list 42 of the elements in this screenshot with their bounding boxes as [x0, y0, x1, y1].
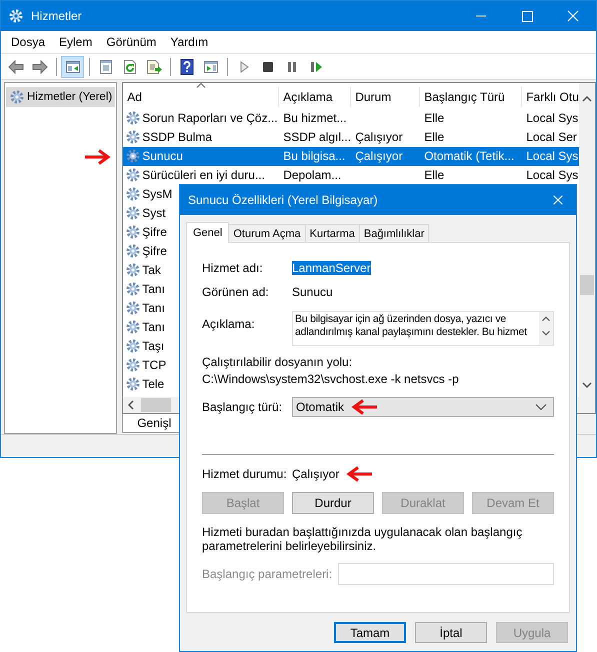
table-cell-text: Local Sys — [525, 111, 579, 126]
service-name: Tanı — [142, 301, 165, 316]
display-name-value: Sunucu — [292, 285, 333, 299]
service-name: TCP — [142, 358, 166, 372]
service-name: Syst — [142, 206, 166, 220]
table-cell-text: Otomatik (Tetik... — [423, 149, 516, 164]
field-label: Hizmet durumu: — [202, 467, 288, 481]
note-text: Hizmeti buradan başlattığınızda uygulanacak olan başlangıç parametrelerini belirleyebilirsiniz. — [202, 525, 524, 553]
service-name: Sorun Raporları ve Çöz... — [142, 111, 278, 126]
field-label: Çalıştırılabilir dosyanın yolu: — [202, 355, 354, 370]
service-name: Sunucu — [142, 149, 183, 164]
service-name: SysM — [142, 187, 172, 202]
table-cell-text: Bu hizmet... — [282, 111, 348, 126]
table-cell-text: Local Ser — [525, 130, 578, 144]
table-cell-text: Elle — [423, 111, 446, 126]
table-cell-text: SSDP algıl... — [282, 130, 352, 144]
table-cell-text: Elle — [423, 168, 446, 182]
field-label: Hizmet adı: — [202, 261, 264, 275]
service-name: Tak — [142, 263, 161, 278]
service-name: Tele — [142, 377, 164, 392]
service-status-value: Çalışıyor — [292, 467, 340, 481]
table-cell-text: Elle — [423, 130, 446, 144]
field-label: Başlangıç türü: — [202, 400, 284, 414]
service-name: Şifre — [142, 225, 167, 240]
dialog-title: Sunucu Özellikleri (Yerel Bilgisayar) — [188, 193, 379, 207]
service-name: Tanı — [142, 282, 165, 296]
table-cell-text: Local Sys — [525, 149, 579, 164]
table-cell-text: Depolam... — [282, 168, 342, 182]
window-title: Hizmetler — [31, 9, 83, 23]
service-name: Sürücüleri en iyi duru... — [142, 168, 265, 182]
service-name: Şifre — [142, 244, 167, 258]
service-name: SSDP Bulma — [142, 130, 212, 144]
executable-path: C:\Windows\system32\svchost.exe -k netsvcs -p — [202, 372, 460, 387]
field-label: Açıklama: — [202, 316, 256, 331]
field-label: Görünen ad: — [202, 285, 270, 299]
service-name: Tanı — [142, 320, 165, 334]
table-cell-text: Bu bilgisa... — [282, 149, 346, 164]
service-name: Taşı — [142, 339, 164, 354]
field-label: Başlangıç parametreleri: — [202, 567, 332, 581]
table-cell-text: Çalışıyor — [354, 130, 404, 144]
table-cell-text: Local Sys — [525, 168, 579, 182]
table-cell-text: Çalışıyor — [354, 149, 404, 164]
